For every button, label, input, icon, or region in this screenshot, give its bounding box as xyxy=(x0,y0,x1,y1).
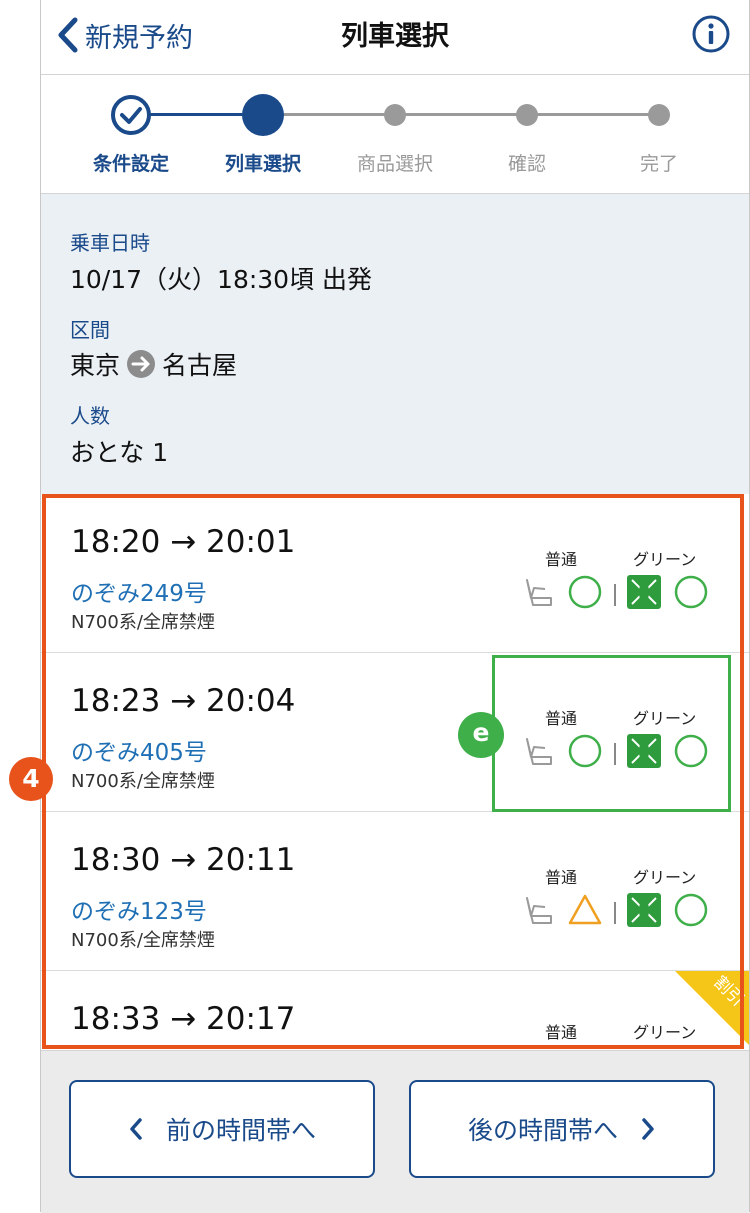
section-label: 区間 xyxy=(70,318,110,342)
prev-time-button[interactable]: 前の時間帯へ xyxy=(69,1080,375,1178)
step-dot-current xyxy=(242,94,284,136)
from-station: 東京 xyxy=(70,351,121,380)
datetime-label: 乗車日時 xyxy=(70,231,150,255)
highlight-frame-seat-availability xyxy=(492,655,731,812)
step-label: 確認 xyxy=(507,153,546,175)
footer-bar: 前の時間帯へ 後の時間帯へ xyxy=(41,1050,749,1213)
section-value: 東京 名古屋 xyxy=(70,346,237,382)
check-circle-icon xyxy=(111,95,151,135)
chevron-left-icon xyxy=(130,1118,142,1140)
annotation-badge-e: e xyxy=(458,712,504,758)
step-dot xyxy=(648,104,670,126)
people-label: 人数 xyxy=(70,404,110,428)
step-label: 完了 xyxy=(639,153,678,175)
datetime-value: 10/17（火）18:30頃 出発 xyxy=(70,265,373,294)
step-dot xyxy=(384,104,406,126)
step-connector xyxy=(263,113,659,116)
search-conditions-panel: 乗車日時 10/17（火）18:30頃 出発 区間 東京 名古屋 人数 おとな … xyxy=(41,193,749,494)
info-icon[interactable] xyxy=(691,14,731,54)
step-label: 条件設定 xyxy=(92,153,169,175)
arrow-right-circle-icon xyxy=(127,350,156,378)
nav-bar: 新規予約 列車選択 xyxy=(41,0,749,75)
to-station: 名古屋 xyxy=(162,351,238,380)
next-time-button[interactable]: 後の時間帯へ xyxy=(409,1080,715,1178)
next-time-label: 後の時間帯へ xyxy=(467,1116,618,1145)
step-label: 商品選択 xyxy=(356,153,433,175)
page-title: 列車選択 xyxy=(341,21,449,52)
annotation-badge-4: 4 xyxy=(9,757,53,801)
prev-time-label: 前の時間帯へ xyxy=(165,1116,316,1145)
people-value: おとな 1 xyxy=(70,438,169,467)
progress-stepper: 条件設定 列車選択 商品選択 確認 完了 xyxy=(41,75,749,193)
step-label: 列車選択 xyxy=(224,153,301,175)
step-dot xyxy=(516,104,538,126)
chevron-right-icon xyxy=(642,1118,654,1140)
